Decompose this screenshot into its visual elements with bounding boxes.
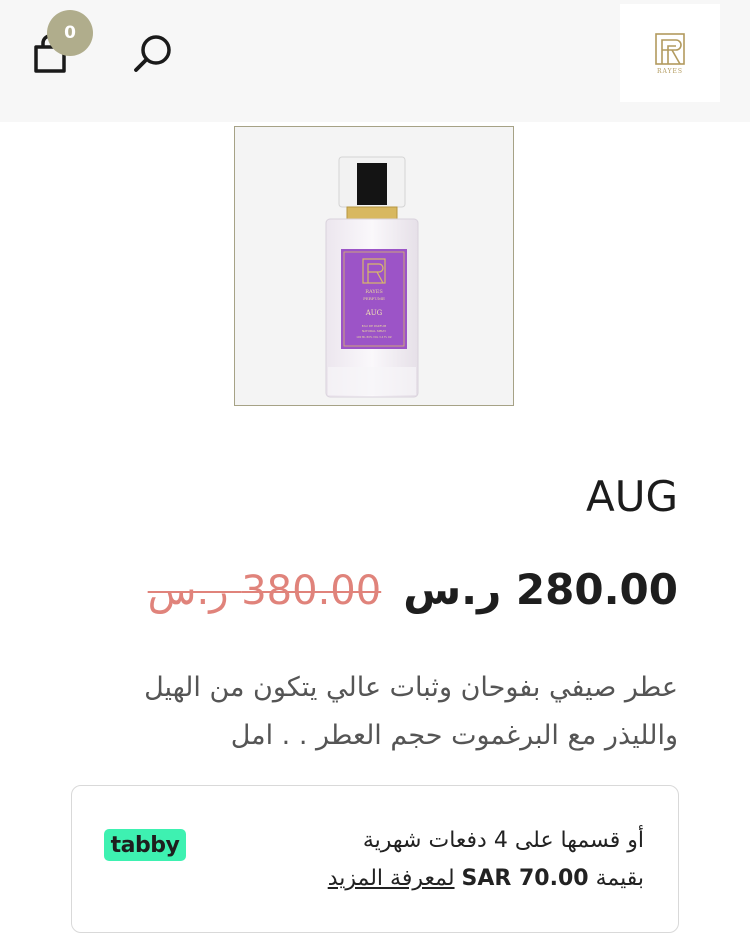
tabby-text: أو قسمها على 4 دفعات شهرية بقيمة SAR 70.…: [328, 822, 644, 898]
brand-logo-text: RAYES: [656, 67, 684, 75]
cart-count-badge: 0: [47, 10, 93, 56]
product-title: AUG: [585, 472, 678, 521]
product-image[interactable]: RAYES PERFUME AUG EAU DE PARFUM NATURAL …: [234, 126, 514, 406]
tabby-line-1: أو قسمها على 4 دفعات شهرية: [362, 828, 644, 853]
bottle-small-text-2: NATURAL SPRAY: [362, 329, 386, 333]
bottle-small-text-1: EAU DE PARFUM: [362, 324, 387, 328]
search-icon: [134, 35, 171, 72]
tabby-amount: SAR 70.00: [461, 866, 589, 891]
brand-logo[interactable]: RAYES: [620, 4, 720, 102]
bottle-sub-text: PERFUME: [363, 296, 385, 301]
tabby-logo: tabby: [104, 829, 186, 861]
old-price: 380.00 ر.س: [147, 568, 382, 614]
perfume-bottle-image: RAYES PERFUME AUG EAU DE PARFUM NATURAL …: [235, 127, 513, 405]
bottle-brand-text: RAYES: [365, 289, 383, 295]
product-description: عطر صيفي بفوحان وثبات عالي يتكون من الهي…: [144, 672, 678, 751]
tabby-line-2: بقيمة SAR 70.00 لمعرفة المزيد: [328, 860, 644, 898]
search-button[interactable]: [131, 33, 175, 75]
site-header: 0 RAYES: [0, 0, 750, 122]
bottle-name-text: AUG: [365, 309, 383, 317]
bottle-small-text-3: 100 ML 80% VOL 3.4 FL OZ: [356, 335, 392, 339]
tabby-prefix: بقيمة: [595, 866, 644, 891]
price-row: 280.00 ر.س 380.00 ر.س: [148, 565, 678, 614]
current-price: 280.00 ر.س: [403, 565, 678, 614]
tabby-installment-box[interactable]: tabby أو قسمها على 4 دفعات شهرية بقيمة S…: [71, 785, 679, 933]
tabby-learn-more-link[interactable]: لمعرفة المزيد: [328, 866, 455, 891]
rayes-monogram-icon: [655, 32, 685, 65]
